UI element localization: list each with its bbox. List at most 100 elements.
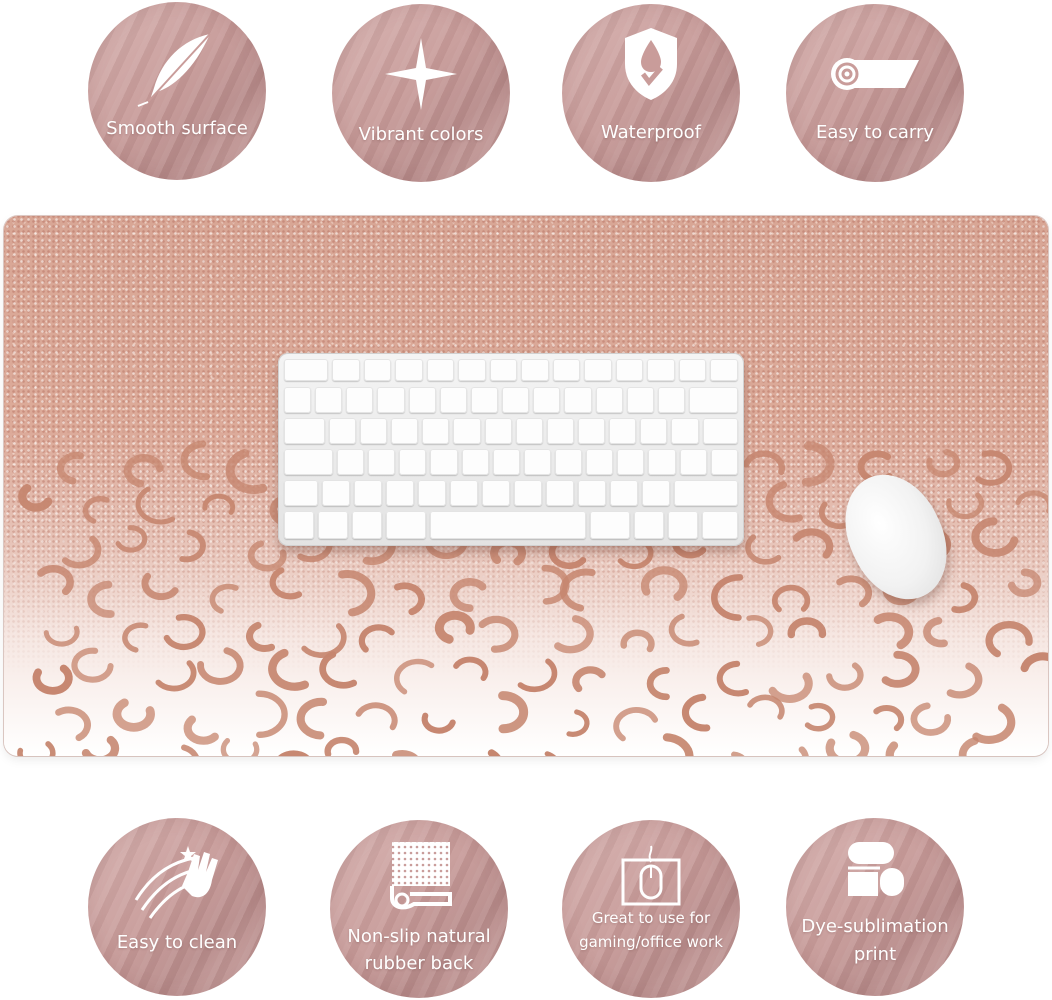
keyboard-key: [449, 480, 478, 506]
leopard-spot: [453, 656, 489, 682]
keyboard-key: [429, 511, 587, 539]
keyboard-key: [578, 418, 606, 444]
keyboard-key: [710, 449, 738, 475]
keyboard-key: [417, 480, 446, 506]
keyboard-key: [386, 511, 426, 539]
leopard-spot: [82, 496, 110, 524]
keyboard-key: [626, 387, 654, 413]
keyboard-key: [609, 418, 637, 444]
leopard-spot: [572, 666, 606, 693]
leopard-spot: [617, 542, 654, 570]
keyboard-key: [595, 387, 623, 413]
leopard-spot: [179, 529, 206, 563]
leopard-spot: [32, 664, 73, 695]
leopard-spot: [681, 693, 711, 732]
keyboard-key: [368, 449, 396, 475]
feature-badge-non-slip: Non-slip natural rubber back: [330, 820, 508, 998]
leopard-spot: [394, 658, 435, 695]
feature-badge-dye-sublimation: Dye-sublimation print: [786, 818, 964, 996]
leopard-spot: [1020, 652, 1048, 673]
keyboard-key: [470, 387, 499, 413]
leopard-spot: [646, 667, 670, 701]
leopard-spot: [123, 454, 164, 488]
leopard-spot: [478, 615, 519, 653]
keyboard: [278, 353, 744, 546]
keyboard-key: [284, 418, 325, 444]
leopard-spot: [768, 672, 813, 703]
keyboard-key: [422, 418, 450, 444]
leopard-spot: [544, 751, 556, 756]
leopard-spot: [926, 448, 961, 478]
keyboard-key: [439, 387, 467, 413]
keyboard-key: [484, 418, 512, 444]
feature-badge-easy-to-carry: Easy to carry: [786, 4, 964, 182]
feature-badge-waterproof: Waterproof: [562, 4, 740, 182]
feature-label-line1: Non-slip natural: [347, 926, 491, 947]
feature-label-line1: Great to use for: [591, 909, 711, 927]
feature-label-line2: gaming/office work: [579, 933, 723, 951]
keyboard-key: [615, 359, 644, 381]
leopard-spot: [910, 702, 952, 736]
leopard-spot: [197, 647, 244, 685]
keyboard-key: [545, 480, 574, 506]
keyboard-key: [284, 449, 333, 475]
feature-label-line1: Dye-sublimation: [801, 916, 949, 937]
keyboard-key: [515, 418, 543, 444]
leopard-spot: [873, 612, 914, 650]
leopard-spot: [135, 486, 176, 525]
keyboard-key: [533, 387, 561, 413]
leopard-spot: [37, 565, 74, 596]
rubber-dots-icon: [384, 838, 454, 920]
leopard-spot: [202, 493, 236, 515]
leopard-spot: [17, 741, 56, 756]
leopard-spot: [301, 623, 347, 658]
print-rollers-icon: [840, 838, 910, 904]
leopard-spot: [826, 662, 864, 691]
leopard-spot: [56, 451, 84, 485]
feather-icon: [132, 30, 222, 112]
keyboard-key: [395, 359, 423, 381]
leopard-spot: [183, 715, 219, 745]
leopard-spot: [449, 578, 487, 612]
leopard-spot: [181, 744, 199, 756]
leopard-spot: [548, 540, 587, 570]
keyboard-key: [673, 480, 738, 506]
leopard-spot: [517, 658, 558, 693]
shield-drop-icon: [621, 26, 681, 106]
leopard-spot: [18, 484, 53, 512]
keyboard-key: [359, 418, 388, 444]
keyboard-key: [492, 449, 520, 475]
leopard-spot: [801, 441, 835, 487]
leopard-spot: [278, 750, 310, 756]
keyboard-key: [554, 449, 583, 475]
keyboard-key: [318, 511, 349, 539]
leopard-spot: [355, 702, 398, 731]
leopard-spot: [985, 621, 1033, 658]
leopard-spot: [554, 615, 594, 654]
leopard-spot: [946, 492, 984, 520]
leopard-spot: [746, 615, 774, 647]
leopard-spot: [787, 617, 827, 639]
keyboard-key: [710, 359, 738, 381]
leopard-spot: [923, 617, 948, 648]
keyboard-key: [284, 359, 329, 381]
keyboard-key: [328, 418, 356, 444]
feature-label-line2: rubber back: [364, 953, 474, 974]
keyboard-key: [667, 511, 698, 539]
keyboard-key: [461, 449, 489, 475]
feature-badge-easy-to-clean: Easy to clean: [88, 818, 266, 996]
leopard-spot: [269, 567, 303, 600]
leopard-spot: [358, 624, 395, 653]
keyboard-key: [641, 480, 670, 506]
leopard-spot: [268, 648, 310, 691]
keyboard-key: [564, 387, 592, 413]
leopard-spot: [225, 449, 268, 495]
feature-label-line2: print: [853, 944, 897, 965]
keyboard-row: [284, 511, 738, 539]
keyboard-key: [577, 480, 606, 506]
keyboard-key: [284, 387, 312, 413]
leopard-spot: [180, 440, 211, 481]
keyboard-key: [315, 387, 343, 413]
leopard-spot: [885, 741, 899, 756]
leopard-spot: [296, 697, 328, 740]
